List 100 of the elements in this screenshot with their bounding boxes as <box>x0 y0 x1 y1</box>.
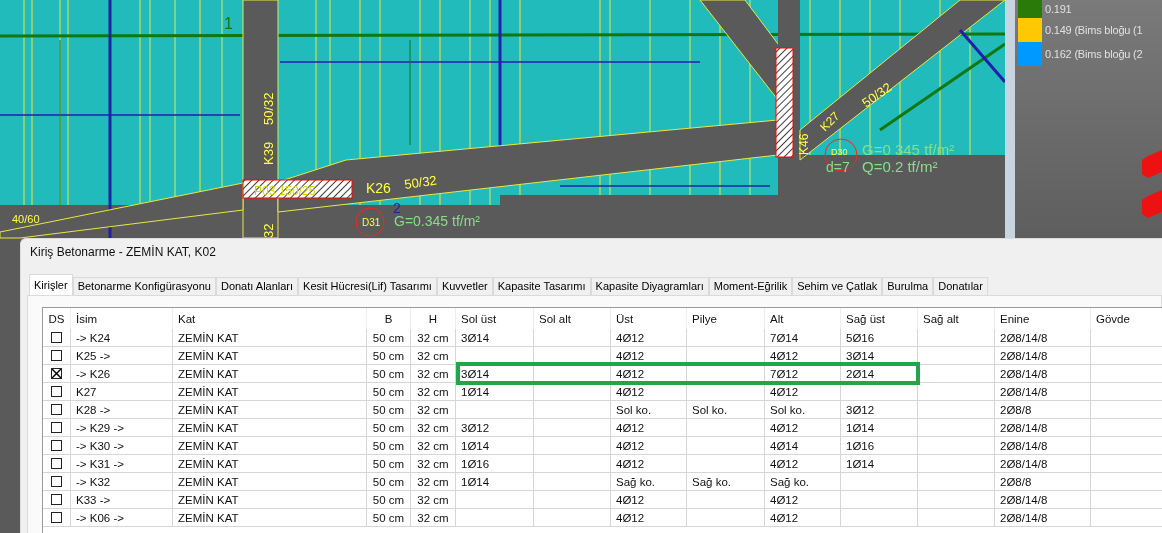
table-cell: 2Ø8/14/8 <box>1000 421 1048 434</box>
column-header[interactable]: DS <box>43 308 71 329</box>
drawing-label: G=0.345 tf/m² <box>394 213 480 229</box>
table-cell: ZEMİN KAT <box>178 475 239 488</box>
checkbox[interactable] <box>51 458 62 469</box>
table-cell: 50 cm <box>372 457 405 470</box>
table-cell: ZEMİN KAT <box>178 403 239 416</box>
checkbox[interactable] <box>51 422 62 433</box>
table-cell: K25 -> <box>76 349 111 362</box>
tab[interactable]: Kapasite Diyagramları <box>590 277 709 295</box>
table-cell: 2Ø8/14/8 <box>1000 367 1048 380</box>
tab[interactable]: Donatı Alanları <box>215 277 299 295</box>
table-cell: 50 cm <box>372 331 405 344</box>
drawing-label: 1 <box>224 15 233 32</box>
table-cell: 7Ø14 <box>770 331 799 344</box>
legend-label: 0.162 (Bims bloğu (2 <box>1045 48 1143 60</box>
table-cell: ZEMİN KAT <box>178 439 239 452</box>
table-cell: 4Ø12 <box>770 349 799 362</box>
table-cell: 3Ø14 <box>461 331 490 344</box>
table-cell: 1Ø14 <box>461 439 490 452</box>
table-cell: -> K06 -> <box>76 511 124 524</box>
column-header[interactable]: Sağ üst <box>841 308 918 329</box>
table-cell: 4Ø12 <box>770 421 799 434</box>
checkbox[interactable] <box>51 494 62 505</box>
tab[interactable]: Betonarme Konfigürasyonu <box>72 277 216 295</box>
table-cell: 5Ø16 <box>846 331 875 344</box>
column-header[interactable]: H <box>411 308 456 329</box>
tab[interactable]: Sehim ve Çatlak <box>792 277 883 295</box>
column-header[interactable]: Enine <box>995 308 1091 329</box>
table-cell: K33 -> <box>76 493 111 506</box>
drawing-label: 40/60 <box>12 213 40 225</box>
checkbox[interactable] <box>51 332 62 343</box>
tab[interactable]: Kirişler <box>29 274 73 295</box>
table-cell: 4Ø12 <box>616 331 645 344</box>
table-cell: 1Ø14 <box>846 421 875 434</box>
table-cell: ZEMİN KAT <box>178 331 239 344</box>
column-header[interactable]: İsim <box>71 308 173 329</box>
table-cell: Sağ ko. <box>770 475 809 488</box>
checkbox[interactable] <box>51 368 62 379</box>
checkbox[interactable] <box>51 350 62 361</box>
column-header[interactable]: B <box>367 308 411 329</box>
table-cell: 2Ø8/14/8 <box>1000 511 1048 524</box>
checkbox[interactable] <box>51 476 62 487</box>
tab[interactable]: Kuvvetler <box>436 277 493 295</box>
table-cell: 3Ø12 <box>846 403 875 416</box>
tab[interactable]: Kapasite Tasarımı <box>492 277 591 295</box>
table-cell: Sol ko. <box>692 403 728 416</box>
table-cell: 4Ø12 <box>616 493 645 506</box>
table-cell: 32 cm <box>417 403 449 416</box>
block-3d-drawing <box>1142 150 1162 220</box>
column-header[interactable]: Sol alt <box>534 308 611 329</box>
table-cell: 4Ø12 <box>616 367 645 380</box>
table-cell: 32 cm <box>417 349 449 362</box>
table-cell: 4Ø12 <box>770 457 799 470</box>
checkbox[interactable] <box>51 386 62 397</box>
column-header[interactable]: Pilye <box>687 308 765 329</box>
table-cell: 32 cm <box>417 421 449 434</box>
table-cell: 4Ø12 <box>616 385 645 398</box>
drawing-label: D31 <box>362 217 381 228</box>
tab[interactable]: Kesit Hücresi(Lif) Tasarımı <box>298 277 437 295</box>
table-cell: 50 cm <box>372 475 405 488</box>
table-cell: 2Ø8/8 <box>1000 475 1032 488</box>
checkbox[interactable] <box>51 440 62 451</box>
tab[interactable]: Burulma <box>882 277 934 295</box>
table-cell: ZEMİN KAT <box>178 493 239 506</box>
checkbox[interactable] <box>51 512 62 523</box>
table-cell: -> K24 <box>76 331 111 344</box>
drawing-label: 50/32 <box>261 92 276 125</box>
checkbox[interactable] <box>51 404 62 415</box>
drawing-label: Q=0.2 tf/m² <box>862 158 938 175</box>
column-header[interactable]: Sağ alt <box>918 308 995 329</box>
drawing-label: 50/32 <box>403 172 438 192</box>
column-header[interactable]: Sol üst <box>456 308 534 329</box>
table-cell: 4Ø12 <box>616 511 645 524</box>
column-header[interactable]: Kat <box>173 308 367 329</box>
table-cell: 4Ø12 <box>770 385 799 398</box>
table-cell: Sol ko. <box>770 403 806 416</box>
table-cell: -> K31 -> <box>76 457 124 470</box>
table-cell: 50 cm <box>372 349 405 362</box>
table-cell: 1Ø14 <box>461 475 490 488</box>
legend-label: 0.191 <box>1045 3 1072 15</box>
table-cell: 1Ø14 <box>846 457 875 470</box>
table-cell: 1Ø16 <box>846 439 875 452</box>
table-cell: 3Ø14 <box>846 349 875 362</box>
table-cell: 4Ø12 <box>616 421 645 434</box>
table-cell: 50 cm <box>372 439 405 452</box>
dimension-line <box>958 29 1007 83</box>
dialog-title: Kiriş Betonarme - ZEMİN KAT, K02 <box>29 244 217 261</box>
table-cell: ZEMİN KAT <box>178 421 239 434</box>
table-cell: 1Ø16 <box>461 457 490 470</box>
table-cell: ZEMİN KAT <box>178 511 239 524</box>
table-cell: 32 cm <box>417 511 449 524</box>
tab[interactable]: Donatılar <box>933 277 988 295</box>
column-header[interactable]: Alt <box>765 308 841 329</box>
table-cell: ZEMİN KAT <box>178 385 239 398</box>
tab[interactable]: Moment-Eğrilik <box>708 277 793 295</box>
column-header[interactable]: Üst <box>611 308 687 329</box>
table-cell: 50 cm <box>372 421 405 434</box>
table-cell: 2Ø8/8 <box>1000 403 1032 416</box>
column-header[interactable]: Gövde <box>1091 308 1162 329</box>
